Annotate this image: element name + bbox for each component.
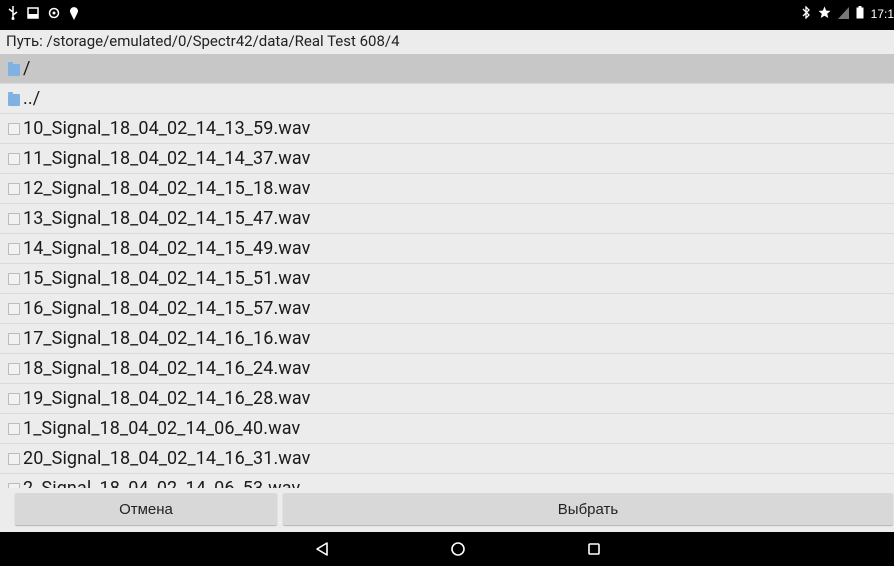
file-row[interactable]: 18_Signal_18_04_02_14_16_24.wav xyxy=(0,354,894,384)
select-button[interactable]: Выбрать xyxy=(283,493,893,525)
file-row[interactable]: 2_Signal_18_04_02_14_06_53.wav xyxy=(0,474,894,488)
file-row[interactable]: 19_Signal_18_04_02_14_16_28.wav xyxy=(0,384,894,414)
file-list[interactable]: / ../ 10_Signal_18_04_02_14_13_59.wav 11_Si… xyxy=(0,54,894,488)
file-icon xyxy=(8,452,20,465)
usb-icon xyxy=(8,6,18,23)
home-icon[interactable] xyxy=(450,541,466,557)
file-name: 10_Signal_18_04_02_14_13_59.wav xyxy=(23,118,311,139)
file-row[interactable]: 13_Signal_18_04_02_14_15_47.wav xyxy=(0,204,894,234)
cancel-button[interactable]: Отмена xyxy=(15,493,277,525)
file-row[interactable]: 14_Signal_18_04_02_14_15_49.wav xyxy=(0,234,894,264)
file-row[interactable]: 16_Signal_18_04_02_14_15_57.wav xyxy=(0,294,894,324)
file-name: ../ xyxy=(23,88,41,109)
file-name: 13_Signal_18_04_02_14_15_47.wav xyxy=(23,208,311,229)
status-right-icons: 17:1 xyxy=(802,5,894,22)
dialog-button-bar: Отмена Выбрать xyxy=(0,488,894,532)
file-row[interactable]: 15_Signal_18_04_02_14_15_51.wav xyxy=(0,264,894,294)
sync-icon xyxy=(48,7,60,22)
status-time: 17:1 xyxy=(870,7,894,21)
file-name: / xyxy=(23,58,31,79)
file-name: 11_Signal_18_04_02_14_14_37.wav xyxy=(23,148,311,169)
file-row[interactable]: 10_Signal_18_04_02_14_13_59.wav xyxy=(0,114,894,144)
file-name: 12_Signal_18_04_02_14_15_18.wav xyxy=(23,178,311,199)
navigation-bar xyxy=(0,532,894,566)
signal-icon xyxy=(837,6,849,22)
battery-icon xyxy=(856,6,864,22)
current-path: Путь: /storage/emulated/0/Spectr42/data/… xyxy=(6,32,400,50)
file-row[interactable]: 12_Signal_18_04_02_14_15_18.wav xyxy=(0,174,894,204)
file-icon xyxy=(8,362,20,375)
file-name: 17_Signal_18_04_02_14_16_16.wav xyxy=(23,328,311,349)
file-icon xyxy=(8,302,20,315)
location-icon xyxy=(69,6,79,23)
file-row[interactable]: 1_Signal_18_04_02_14_06_40.wav xyxy=(0,414,894,444)
file-row[interactable]: 17_Signal_18_04_02_14_16_16.wav xyxy=(0,324,894,354)
status-left-icons xyxy=(8,6,79,23)
bluetooth-icon xyxy=(802,5,811,22)
file-icon xyxy=(8,392,20,405)
file-icon xyxy=(8,152,20,165)
file-name: 15_Signal_18_04_02_14_15_51.wav xyxy=(23,268,311,289)
status-bar: 17:1 xyxy=(0,0,894,30)
file-name: 20_Signal_18_04_02_14_16_31.wav xyxy=(23,448,311,469)
file-row[interactable]: 11_Signal_18_04_02_14_14_37.wav xyxy=(0,144,894,174)
file-icon xyxy=(8,332,20,345)
file-name: 1_Signal_18_04_02_14_06_40.wav xyxy=(23,418,301,439)
file-name: 14_Signal_18_04_02_14_15_49.wav xyxy=(23,238,311,259)
file-icon xyxy=(8,182,20,195)
folder-row[interactable]: ../ xyxy=(0,84,894,114)
file-row[interactable]: 20_Signal_18_04_02_14_16_31.wav xyxy=(0,444,894,474)
file-name: 19_Signal_18_04_02_14_16_28.wav xyxy=(23,388,311,409)
folder-row[interactable]: / xyxy=(0,54,894,84)
star-icon xyxy=(818,6,831,22)
file-icon xyxy=(8,422,20,435)
folder-icon xyxy=(8,61,20,76)
screenshot-icon xyxy=(27,7,39,22)
file-icon xyxy=(8,212,20,225)
file-name: 2_Signal_18_04_02_14_06_53.wav xyxy=(23,478,300,488)
back-icon[interactable] xyxy=(314,541,330,557)
file-picker-screen: 17:1 Путь: /storage/emulated/0/Spectr42/… xyxy=(0,0,894,566)
file-icon xyxy=(8,272,20,285)
folder-icon xyxy=(8,91,20,106)
file-icon xyxy=(8,122,20,135)
file-icon xyxy=(8,242,20,255)
file-name: 18_Signal_18_04_02_14_16_24.wav xyxy=(23,358,311,379)
file-name: 16_Signal_18_04_02_14_15_57.wav xyxy=(23,298,311,319)
recent-apps-icon[interactable] xyxy=(586,541,602,557)
